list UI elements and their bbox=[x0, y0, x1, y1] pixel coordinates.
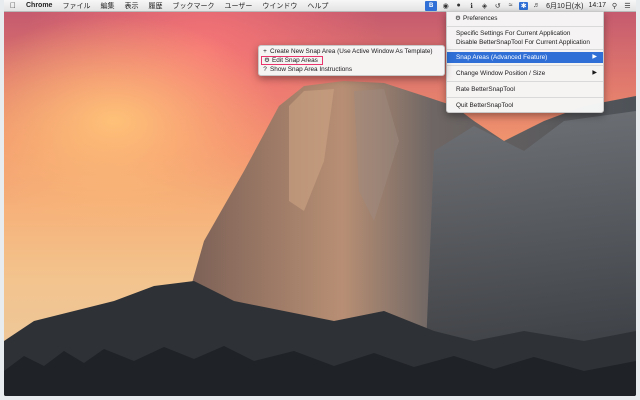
plus-icon: + bbox=[263, 48, 267, 55]
specific-settings-label: Specific Settings For Current Applicatio… bbox=[456, 30, 571, 37]
shield-icon[interactable]: ◈ bbox=[480, 2, 489, 10]
dark-circle-icon[interactable]: ● bbox=[454, 2, 463, 10]
menu-separator bbox=[447, 81, 603, 82]
menu-separator bbox=[447, 97, 603, 98]
menu-item-preferences[interactable]: ⚙ Preferences bbox=[447, 13, 603, 24]
wifi-icon[interactable]: ≈ bbox=[506, 2, 515, 10]
menu-user[interactable]: ユーザー bbox=[224, 1, 252, 11]
menu-item-quit[interactable]: Quit BetterSnapTool bbox=[447, 100, 603, 111]
disable-app-label: Disable BetterSnapTool For Current Appli… bbox=[456, 39, 590, 46]
notification-list-icon[interactable]: ☰ bbox=[623, 2, 632, 10]
gear-icon: ⚙ bbox=[455, 15, 461, 22]
apple-icon[interactable]:  bbox=[10, 1, 18, 11]
date-label[interactable]: 6月10日(水) bbox=[546, 1, 583, 11]
menu-item-disable-app[interactable]: Disable BetterSnapTool For Current Appli… bbox=[447, 38, 603, 47]
info-icon[interactable]: ℹ bbox=[467, 2, 476, 10]
menu-app-name[interactable]: Chrome bbox=[26, 2, 52, 9]
menu-item-specific-settings[interactable]: Specific Settings For Current Applicatio… bbox=[447, 29, 603, 38]
volume-icon[interactable]: ♬ bbox=[532, 2, 541, 10]
menu-edit[interactable]: 編集 bbox=[100, 1, 114, 11]
gear-icon: ⚙ bbox=[264, 57, 270, 64]
submenu-arrow-icon: ▶ bbox=[592, 70, 597, 76]
menu-separator bbox=[447, 26, 603, 27]
menu-separator bbox=[447, 49, 603, 50]
quit-label: Quit BetterSnapTool bbox=[456, 102, 514, 109]
record-icon[interactable]: ◉ bbox=[441, 2, 450, 10]
menu-item-edit-snap-areas[interactable]: ⚙ Edit Snap Areas bbox=[261, 56, 323, 65]
snap-areas-submenu: + Create New Snap Area (Use Active Window… bbox=[258, 45, 445, 76]
bettersnaptool-icon[interactable]: B bbox=[425, 0, 438, 11]
submenu-arrow-icon: ▶ bbox=[592, 54, 597, 60]
menu-item-show-instructions[interactable]: ? Show Snap Area Instructions bbox=[259, 65, 444, 74]
rate-label: Rate BetterSnapTool bbox=[456, 86, 515, 93]
time-label[interactable]: 14:17 bbox=[588, 2, 606, 9]
bluetooth-icon[interactable]: ✱ bbox=[519, 1, 529, 10]
menu-file[interactable]: ファイル bbox=[62, 1, 90, 11]
menu-item-change-window[interactable]: Change Window Position / Size ▶ bbox=[447, 68, 603, 79]
change-window-label: Change Window Position / Size bbox=[456, 70, 546, 77]
menu-help[interactable]: ヘルプ bbox=[307, 1, 328, 11]
menu-bookmarks[interactable]: ブックマーク bbox=[172, 1, 214, 11]
bettersnaptool-menu: ⚙ Preferences Specific Settings For Curre… bbox=[446, 11, 604, 113]
spotlight-icon[interactable]: ⚲ bbox=[610, 2, 619, 10]
snap-areas-label: Snap Areas (Advanced Feature) bbox=[456, 54, 548, 61]
preferences-label: Preferences bbox=[463, 15, 498, 22]
create-snap-area-label: Create New Snap Area (Use Active Window … bbox=[270, 48, 433, 55]
screen:  Chrome ファイル 編集 表示 履歴 ブックマーク ユーザー ウインドウ… bbox=[4, 0, 636, 396]
menu-item-create-snap-area[interactable]: + Create New Snap Area (Use Active Window… bbox=[259, 47, 444, 56]
menu-window[interactable]: ウインドウ bbox=[262, 1, 297, 11]
time-machine-icon[interactable]: ↺ bbox=[493, 2, 502, 10]
question-icon: ? bbox=[263, 66, 267, 73]
status-area: B ◉ ● ℹ ◈ ↺ ≈ ✱ ♬ 6月10日(水) 14:17 ⚲ ☰ bbox=[425, 0, 632, 11]
menu-history[interactable]: 履歴 bbox=[148, 1, 162, 11]
edit-snap-areas-label: Edit Snap Areas bbox=[272, 57, 318, 64]
menu-item-snap-areas[interactable]: Snap Areas (Advanced Feature) ▶ bbox=[447, 52, 603, 63]
show-instructions-label: Show Snap Area Instructions bbox=[270, 66, 353, 73]
menu-view[interactable]: 表示 bbox=[124, 1, 138, 11]
menu-separator bbox=[447, 65, 603, 66]
menu-item-rate[interactable]: Rate BetterSnapTool bbox=[447, 84, 603, 95]
